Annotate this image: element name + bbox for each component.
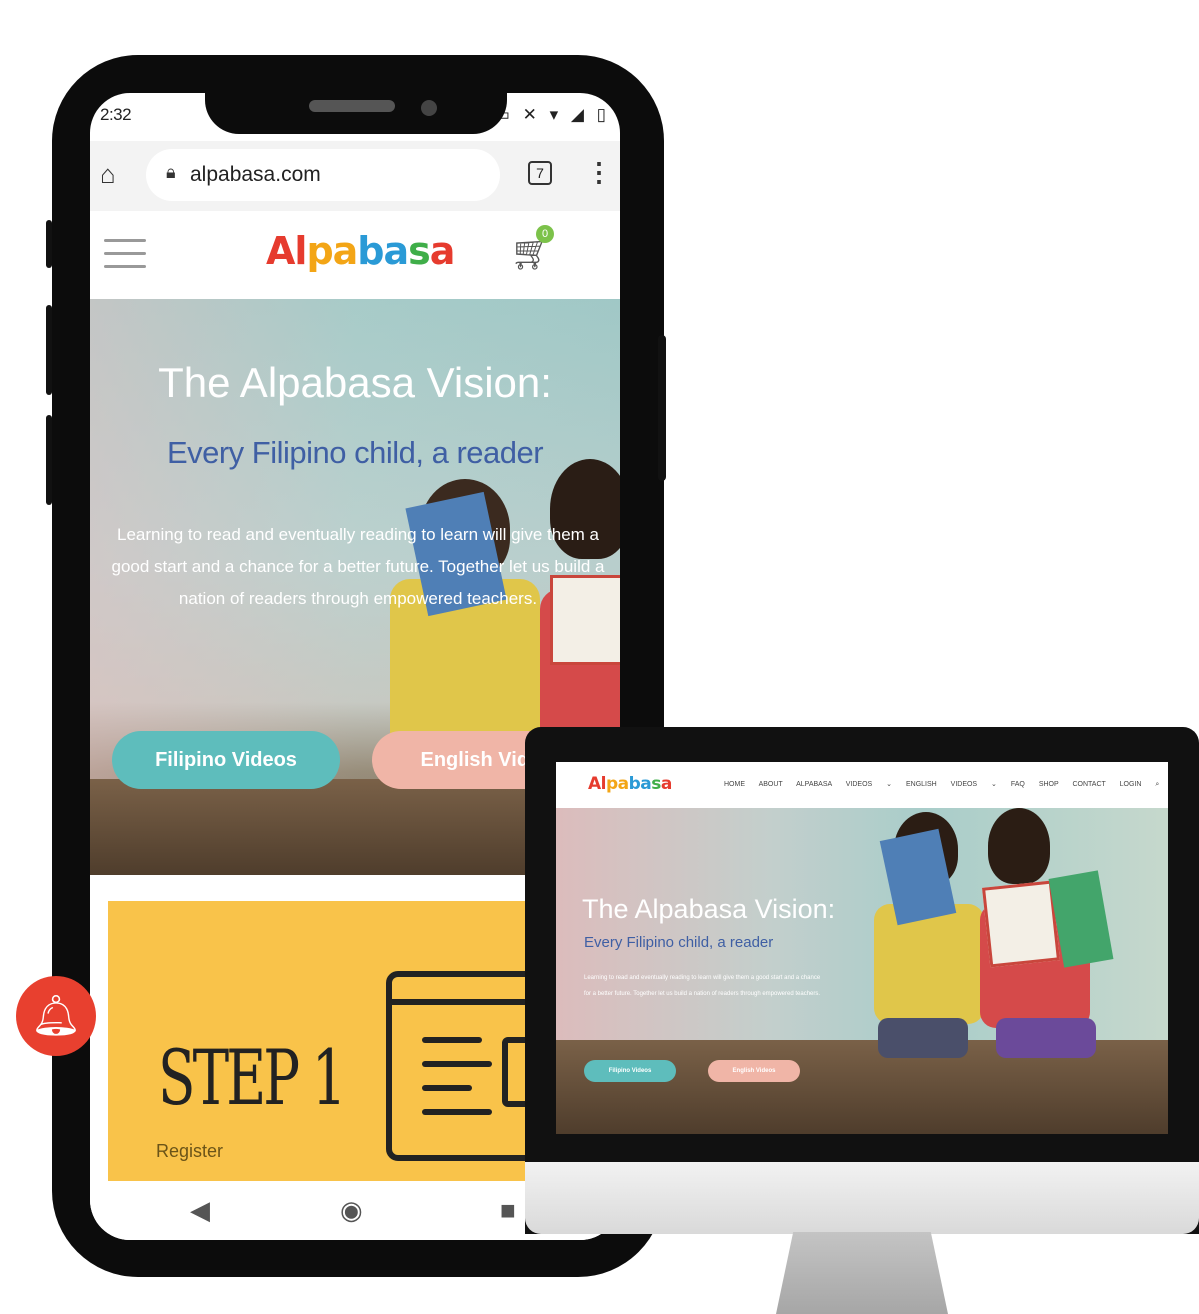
- desktop-filipino-videos-button[interactable]: Filipino Videos: [584, 1060, 676, 1082]
- hamburger-menu-icon[interactable]: [104, 239, 146, 269]
- nav-item-faq[interactable]: FAQ: [1011, 781, 1025, 788]
- hero-subtitle: Every Filipino child, a reader: [166, 435, 544, 470]
- desktop-header: Alpabasa HOME ABOUT ALPABASA VIDEOS ⌄ EN…: [556, 762, 1168, 808]
- step-title: STEP 1: [158, 1033, 347, 1122]
- device-mockup: 2:32 ⊖ ▭ ✕ ▾ ◢ ▯ ⌂ 🔒︎ alpabasa.com 7 ⋮ A…: [0, 0, 1199, 1314]
- phone-notch: [205, 60, 507, 134]
- hero-body: Learning to read and eventually reading …: [111, 525, 605, 608]
- phone-side-button: [46, 220, 52, 268]
- phone-power-button: [658, 335, 666, 481]
- monitor-screen: Alpabasa HOME ABOUT ALPABASA VIDEOS ⌄ EN…: [556, 762, 1168, 1134]
- status-time: 2:32: [100, 105, 132, 124]
- phone-volume-down: [46, 415, 52, 505]
- lock-icon: 🔒︎: [166, 162, 176, 182]
- monitor-stand: [776, 1232, 948, 1314]
- notification-bell-icon[interactable]: 🔔︎: [16, 976, 96, 1056]
- desktop-english-videos-button[interactable]: English Videos: [708, 1060, 800, 1082]
- child-photo-shorts: [878, 1018, 968, 1058]
- home-circle-icon[interactable]: ◉: [340, 1195, 363, 1226]
- url-text: alpabasa.com: [190, 163, 321, 186]
- filipino-videos-button[interactable]: Filipino Videos: [112, 731, 340, 789]
- nav-item-english-videos[interactable]: ENGLISH VIDEOS ⌄: [906, 781, 997, 788]
- browser-toolbar: ⌂ 🔒︎ alpabasa.com 7 ⋮: [90, 141, 620, 211]
- search-icon[interactable]: ⌕: [1155, 781, 1159, 788]
- desktop-nav: HOME ABOUT ALPABASA VIDEOS ⌄ ENGLISH VID…: [724, 780, 1159, 789]
- hero-title: The Alpabasa Vision:: [158, 359, 552, 406]
- child-photo-shorts-right: [996, 1018, 1096, 1058]
- desktop-hero: The Alpabasa Vision: Every Filipino chil…: [556, 808, 1168, 1134]
- book-image-right: [982, 880, 1060, 968]
- overflow-menu-icon[interactable]: ⋮: [586, 157, 612, 188]
- nav-item-shop[interactable]: SHOP: [1039, 781, 1059, 788]
- tab-switcher-button[interactable]: 7: [528, 161, 552, 185]
- recents-icon[interactable]: ■: [500, 1195, 516, 1226]
- nav-item-alpabasa-videos[interactable]: ALPABASA VIDEOS ⌄: [796, 781, 892, 788]
- phone-volume-up: [46, 305, 52, 395]
- step-caption: Register: [156, 1141, 224, 1161]
- desktop-hero-subtitle: Every Filipino child, a reader: [584, 934, 774, 951]
- child-photo-shirt: [874, 904, 984, 1024]
- site-header: Alpabasa 🛒︎ 0: [90, 211, 620, 299]
- desktop-logo[interactable]: Alpabasa: [588, 774, 672, 794]
- home-icon[interactable]: ⌂: [100, 159, 116, 190]
- address-bar[interactable]: 🔒︎ alpabasa.com: [146, 149, 500, 201]
- monitor-chin: [525, 1162, 1199, 1234]
- nav-item-login[interactable]: LOGIN: [1120, 781, 1142, 788]
- child-photo-head-right: [988, 808, 1050, 884]
- nav-item-about[interactable]: ABOUT: [759, 781, 783, 788]
- cart-count-badge: 0: [536, 225, 554, 243]
- nav-item-contact[interactable]: CONTACT: [1073, 781, 1106, 788]
- back-icon[interactable]: ◀: [190, 1195, 210, 1226]
- desktop-hero-body: Learning to read and eventually reading …: [584, 975, 821, 997]
- nav-item-home[interactable]: HOME: [724, 781, 745, 788]
- site-logo[interactable]: Alpabasa: [266, 229, 455, 273]
- desktop-hero-title: The Alpabasa Vision:: [582, 894, 836, 924]
